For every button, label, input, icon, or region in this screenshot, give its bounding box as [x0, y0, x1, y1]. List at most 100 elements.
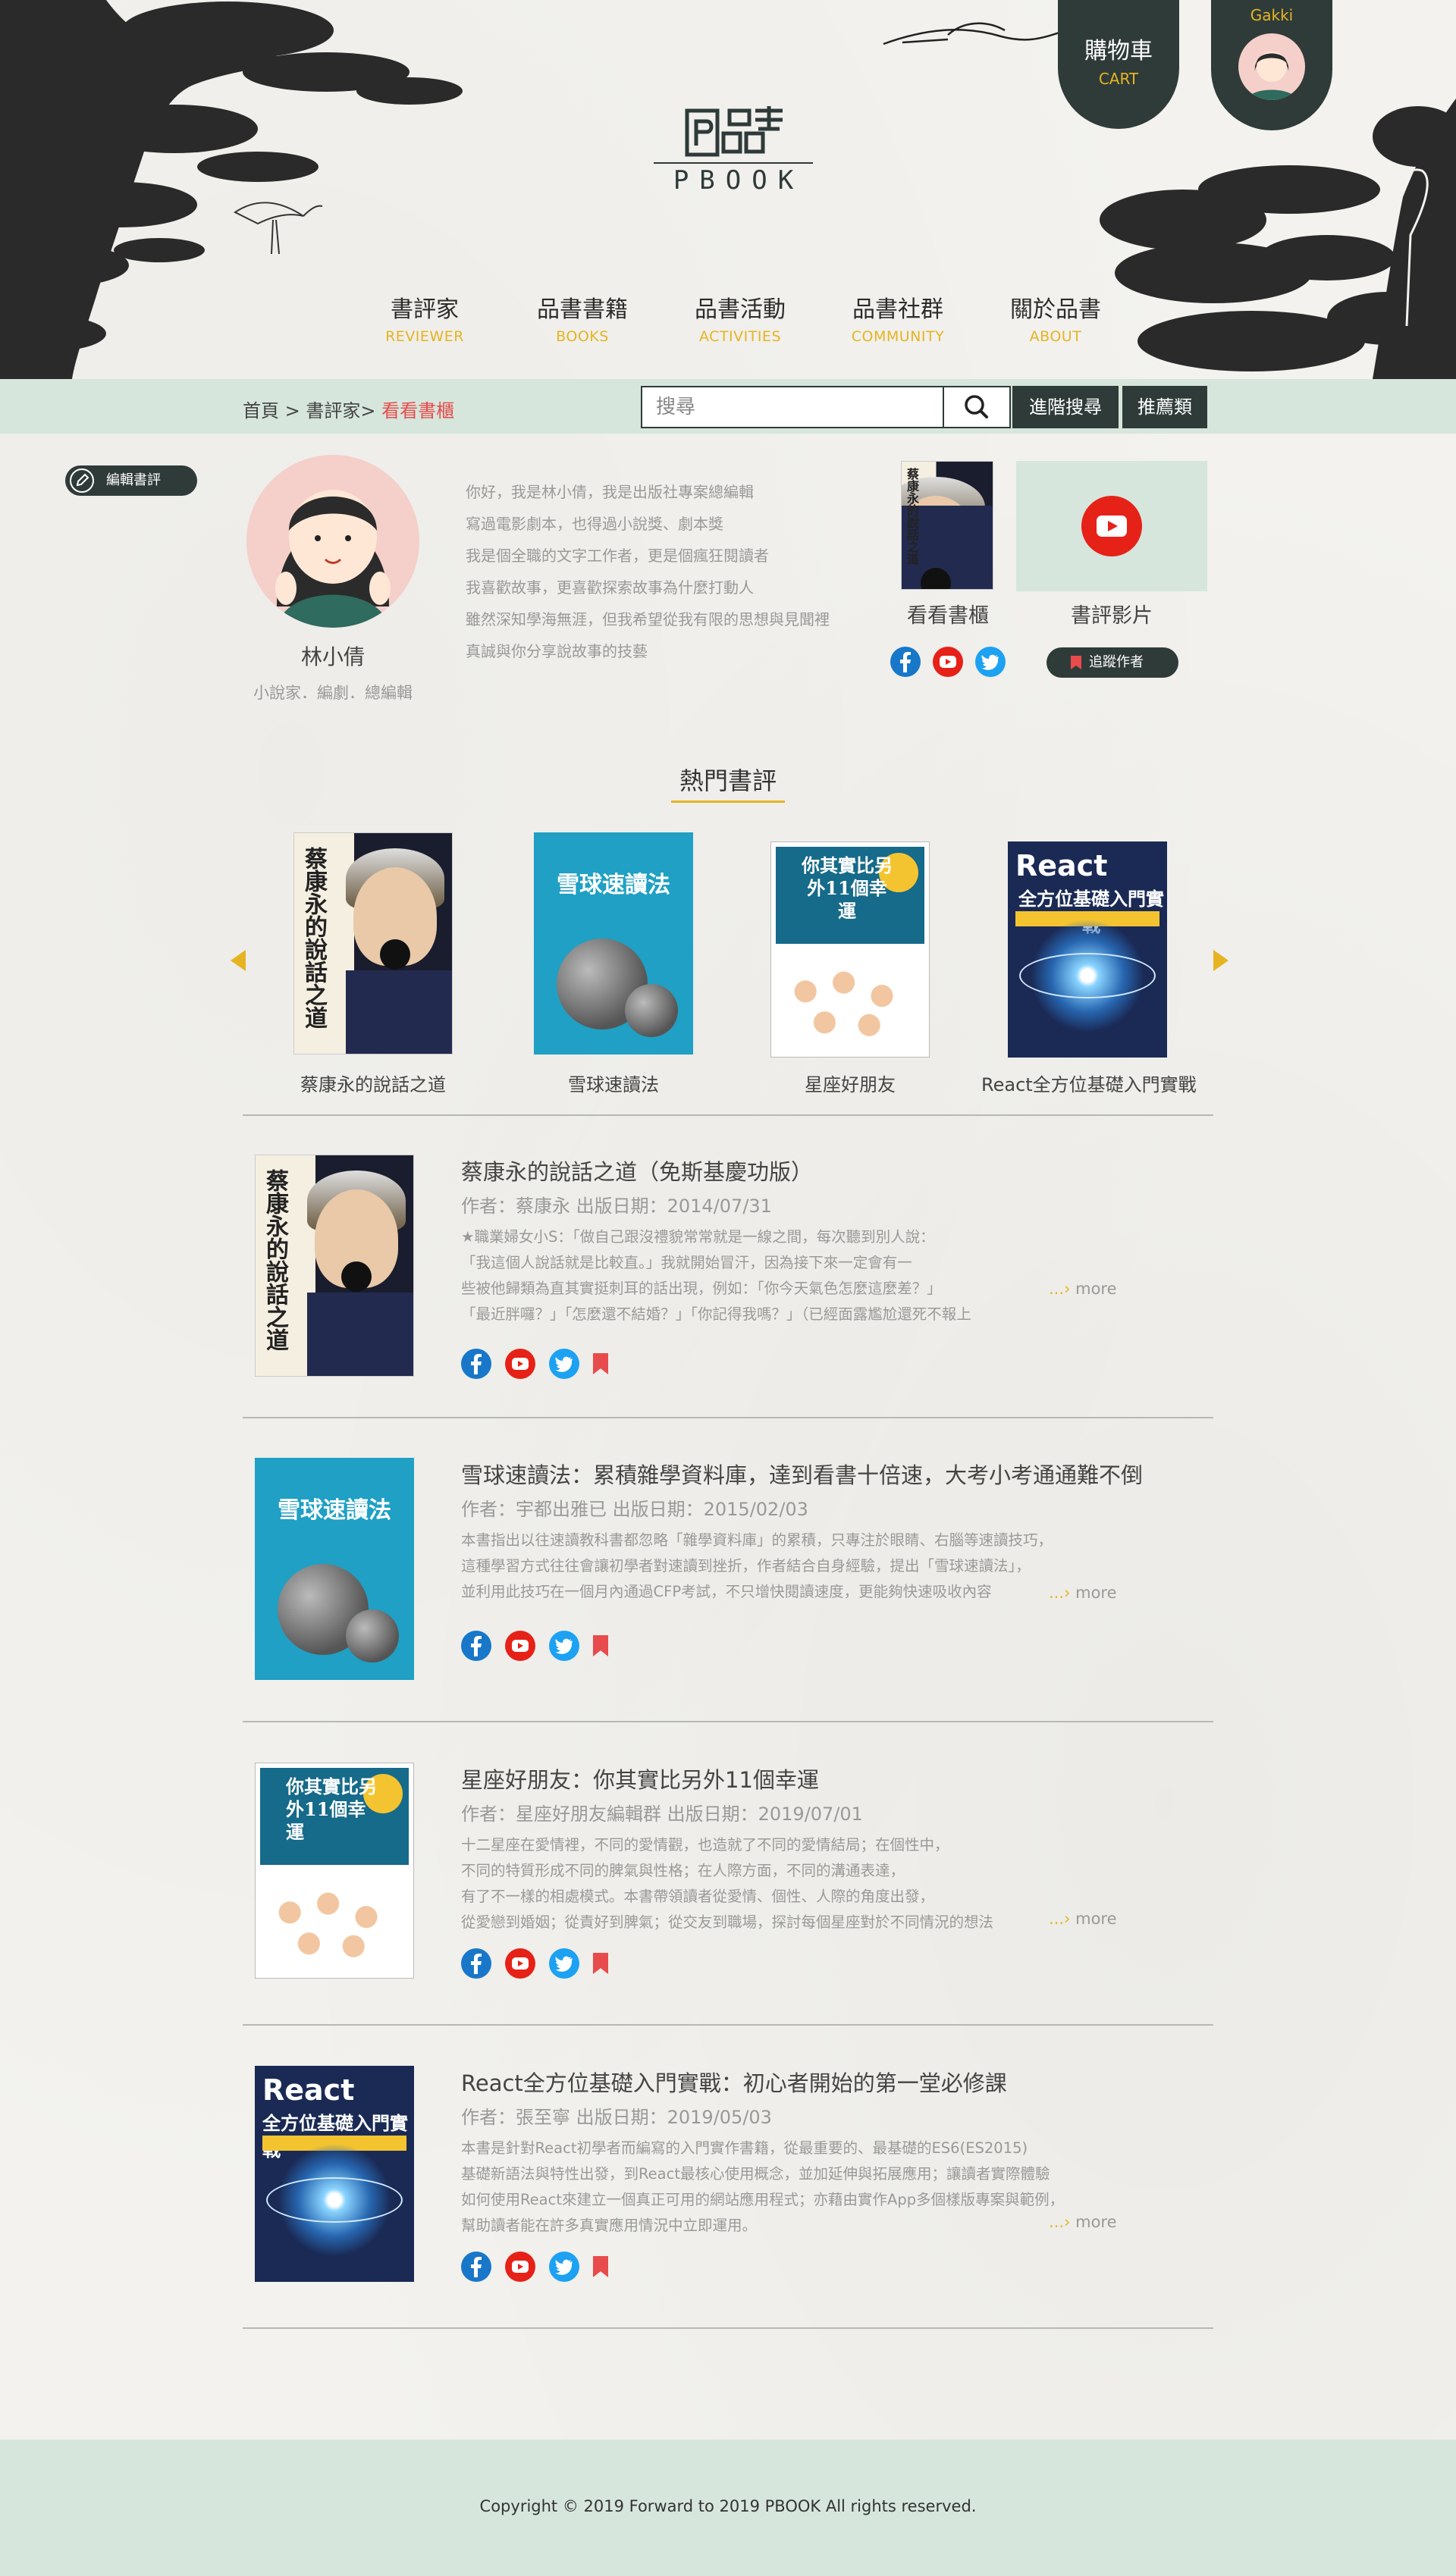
read-more-link[interactable]: ...› more	[1049, 1910, 1117, 1928]
nav-about[interactable]: 關於品書 ABOUT	[987, 290, 1124, 345]
book-cover-react: React 全方位基礎入門實戰	[255, 2066, 414, 2282]
youtube-icon[interactable]	[505, 1948, 535, 1979]
nav-label: 品書社群	[852, 296, 943, 323]
nav-activities[interactable]: 品書活動 ACTIVITIES	[672, 290, 808, 345]
breadcrumb-current: 看看書櫃	[381, 400, 455, 421]
review-book-cover[interactable]: 蔡康永的說話之道	[255, 1155, 414, 1377]
section-divider	[243, 1417, 1213, 1418]
facebook-icon[interactable]	[461, 1948, 491, 1979]
excerpt-line: 些被他歸類為直其實挺刺耳的話出現，例如：「你今天氣色怎麼這麼差？」	[461, 1280, 942, 1297]
youtube-icon[interactable]	[505, 2252, 535, 2282]
hot-book-card[interactable]: 你其實比另外11個幸運 星座好朋友	[744, 832, 956, 1096]
advanced-search-button[interactable]: 進階搜尋	[1012, 386, 1119, 428]
twitter-icon[interactable]	[975, 647, 1006, 677]
breadcrumb-home-link[interactable]: 首頁	[243, 400, 279, 421]
follow-author-label: 追蹤作者	[1089, 654, 1144, 670]
twitter-icon[interactable]	[549, 1631, 579, 1661]
edit-review-label: 編輯書評	[106, 472, 161, 488]
recommend-category-button[interactable]: 推薦類	[1122, 386, 1207, 428]
search-input[interactable]	[641, 386, 944, 428]
nav-sublabel: REVIEWER	[385, 328, 464, 345]
nav-sublabel: BOOKS	[556, 328, 609, 345]
bio-line: 我喜歡故事，更喜歡探索故事為什麼打動人	[466, 578, 754, 597]
bookmark-icon[interactable]	[593, 1953, 608, 1974]
cover-title: 蔡康永的說話之道	[300, 847, 327, 1029]
twitter-icon[interactable]	[549, 1349, 579, 1379]
excerpt-line: 不同的特質形成不同的脾氣與性格；在人際方面，不同的溝通表達，	[461, 1862, 905, 1879]
youtube-icon[interactable]	[933, 647, 963, 677]
review-meta: 作者：星座好朋友編輯群 出版日期：2019/07/01	[461, 1804, 863, 1825]
hot-book-card[interactable]: 雪球速讀法 雪球速讀法	[507, 832, 720, 1096]
breadcrumb-reviewer-link[interactable]: 書評家	[306, 400, 360, 421]
user-menu-button[interactable]: Gakki	[1211, 0, 1332, 130]
bookmark-icon[interactable]	[593, 1635, 608, 1656]
facebook-icon[interactable]	[461, 1349, 491, 1379]
profile-social-links	[890, 647, 1006, 677]
twitter-icon[interactable]	[549, 1948, 579, 1979]
facebook-icon[interactable]	[461, 1631, 491, 1661]
cover-title: React	[262, 2073, 355, 2107]
facebook-icon[interactable]	[890, 647, 921, 677]
section-divider	[243, 2327, 1213, 2329]
read-more-link[interactable]: ...› more	[1049, 2213, 1117, 2231]
nav-reviewer[interactable]: 書評家 REVIEWER	[356, 290, 493, 345]
carousel-next-arrow-icon[interactable]	[1213, 950, 1228, 971]
bookmark-icon[interactable]	[593, 2256, 608, 2277]
review-title[interactable]: 蔡康永的說話之道（免斯基慶功版）	[461, 1155, 813, 1186]
nav-label: 關於品書	[1010, 296, 1101, 323]
excerpt-line: 幫助讀者能在許多真實應用情況中立即運用。	[461, 2217, 758, 2234]
cover-title: 蔡康永的說話之道	[262, 1169, 288, 1351]
hot-book-card[interactable]: React 全方位基礎入門實戰 React全方位基礎入門實戰	[981, 832, 1197, 1096]
user-avatar	[1238, 33, 1305, 100]
bookshelf-thumbnail[interactable]: 蔡康永的說話之道	[901, 461, 993, 590]
nav-books[interactable]: 品書書籍 BOOKS	[514, 290, 651, 345]
read-more-label: more	[1075, 1584, 1117, 1602]
pencil-icon	[70, 469, 94, 493]
bookshelf-label[interactable]: 看看書櫃	[895, 599, 1001, 628]
nav-community[interactable]: 品書社群 COMMUNITY	[830, 290, 966, 345]
excerpt-line: 十二星座在愛情裡，不同的愛情觀，也造就了不同的愛情結局；在個性中，	[461, 1836, 949, 1854]
section-divider	[243, 2024, 1213, 2026]
book-cover-snow: 雪球速讀法	[534, 832, 693, 1055]
review-title[interactable]: React全方位基礎入門實戰：初心者開始的第一堂必修課	[461, 2066, 1007, 2098]
review-book-cover[interactable]: React 全方位基礎入門實戰	[255, 2066, 414, 2282]
review-video-thumbnail[interactable]	[1016, 461, 1207, 591]
review-video-label[interactable]: 書評影片	[1043, 599, 1180, 628]
excerpt-line: 「我這個人說話就是比較直。」我就開始冒汗，因為接下來一定會有一	[461, 1254, 912, 1271]
facebook-icon[interactable]	[461, 2252, 491, 2282]
review-title[interactable]: 星座好朋友：你其實比另外11個幸運	[461, 1763, 819, 1794]
bio-line: 我是個全職的文字工作者，更是個瘋狂閱讀者	[466, 547, 769, 565]
nav-sublabel: ABOUT	[1029, 328, 1082, 345]
read-more-label: more	[1075, 1910, 1117, 1928]
youtube-icon[interactable]	[505, 1349, 535, 1379]
bio-line: 真誠與你分享說故事的技藝	[466, 642, 648, 660]
review-excerpt: ★職業婦女小S：「做自己跟沒禮貌常常就是一線之間，每次聽到別人說： 「我這個人說…	[461, 1224, 1060, 1327]
section-divider	[243, 1114, 1213, 1116]
hot-book-card[interactable]: 蔡康永的說話之道 蔡康永的說話之道	[267, 832, 479, 1096]
pbook-logo[interactable]: PBOOK	[654, 106, 813, 197]
review-book-cover[interactable]: 雪球速讀法	[255, 1458, 414, 1680]
bio-line: 寫過電影劇本，也得過小說獎、劇本獎	[466, 515, 723, 533]
reviewer-bio: 你好，我是林小倩，我是出版社專案總編輯 寫過電影劇本，也得過小說獎、劇本獎 我是…	[466, 476, 890, 667]
cart-button[interactable]: 購物車 CART	[1058, 0, 1179, 129]
hot-book-cover: 蔡康永的說話之道	[293, 832, 453, 1055]
edit-review-button[interactable]: 編輯書評	[65, 465, 197, 496]
carousel-prev-arrow-icon[interactable]	[231, 950, 246, 971]
reviewer-avatar	[246, 455, 419, 628]
crane-top-illustration	[883, 22, 1066, 45]
hot-book-cover: 雪球速讀法	[534, 832, 693, 1055]
nav-label: 品書活動	[695, 296, 786, 323]
read-more-link[interactable]: ...› more	[1049, 1280, 1117, 1298]
youtube-icon[interactable]	[505, 1631, 535, 1661]
review-book-cover[interactable]: 你其實比另外11個幸運	[255, 1763, 414, 1979]
read-more-link[interactable]: ...› more	[1049, 1584, 1117, 1602]
section-divider	[243, 1721, 1213, 1722]
hot-book-caption: 蔡康永的說話之道	[300, 1074, 446, 1095]
follow-author-button[interactable]: 追蹤作者	[1046, 647, 1178, 678]
twitter-icon[interactable]	[549, 2252, 579, 2282]
review-title[interactable]: 雪球速讀法：累積雜學資料庫，達到看書十倍速，大考小考通通難不倒	[461, 1458, 1143, 1490]
breadcrumb-separator: >	[279, 400, 306, 421]
search-button[interactable]	[943, 386, 1011, 428]
bookmark-icon[interactable]	[593, 1353, 608, 1374]
read-more-label: more	[1075, 1280, 1117, 1298]
